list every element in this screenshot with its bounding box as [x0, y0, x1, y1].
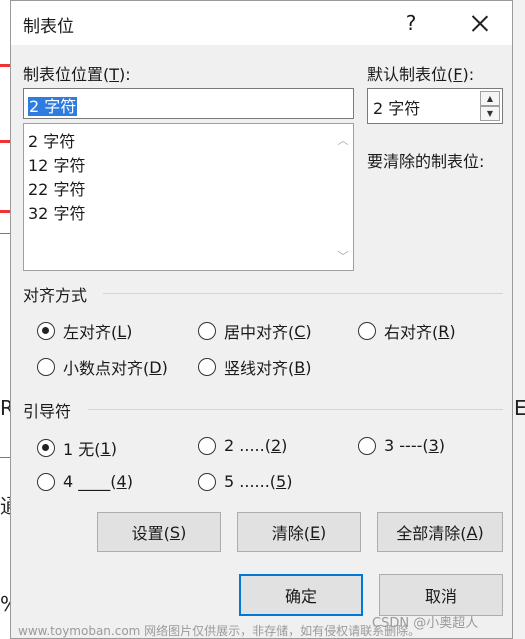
radio-icon: [37, 472, 55, 491]
bg-text: E: [514, 396, 525, 420]
default-tab-stepper[interactable]: 2 字符 ▲ ▼: [367, 88, 503, 124]
ok-button[interactable]: 确定: [239, 574, 363, 616]
leader-middle-dot-radio[interactable]: 5 ......(5): [198, 472, 292, 491]
tab-stop-position-label: 制表位位置(T):: [23, 65, 131, 84]
tab-stop-position-input[interactable]: 2 字符: [23, 88, 354, 119]
default-tab-label: 默认制表位(F):: [367, 65, 475, 84]
group-divider: [88, 409, 503, 410]
set-button[interactable]: 设置(S): [97, 512, 221, 552]
leader-none-radio[interactable]: 1 无(1): [37, 436, 117, 460]
spin-down-icon[interactable]: ▼: [480, 106, 500, 121]
watermark-author: CSDN @小奥超人: [372, 616, 479, 631]
align-decimal-radio[interactable]: 小数点对齐(D): [37, 355, 168, 379]
bg-divider: [0, 233, 10, 234]
scroll-down-icon[interactable]: ﹀: [337, 251, 349, 262]
bg-document-edge: [513, 0, 525, 639]
scroll-up-icon[interactable]: ︿: [337, 135, 349, 146]
leader-dots-radio[interactable]: 2 .....(2): [198, 436, 287, 455]
bg-red-mark: [0, 140, 10, 143]
list-item[interactable]: 2 字符: [28, 128, 75, 152]
radio-icon: [198, 436, 216, 455]
spin-up-icon[interactable]: ▲: [480, 91, 500, 106]
bg-divider: [0, 457, 10, 458]
radio-icon: [198, 322, 216, 340]
tab-stop-position-value: 2 字符: [28, 97, 78, 116]
title-bar: 制表位 ?: [11, 1, 512, 45]
tabs-to-clear-label: 要清除的制表位:: [367, 152, 485, 171]
tabs-dialog: 制表位 ? 制表位位置(T): 2 字符 2 字符 12 字符 22 字符 32…: [10, 0, 513, 639]
leader-underline-radio[interactable]: 4 ____(4): [37, 472, 133, 491]
help-button[interactable]: ?: [399, 9, 423, 37]
default-tab-value: 2 字符: [373, 99, 421, 118]
align-left-radio[interactable]: 左对齐(L): [37, 319, 132, 343]
radio-icon: [198, 358, 216, 376]
tab-stop-list[interactable]: 2 字符 12 字符 22 字符 32 字符 ︿ ﹀: [23, 123, 354, 271]
radio-icon: [198, 472, 216, 491]
list-item[interactable]: 22 字符: [28, 176, 85, 200]
bg-red-mark: [0, 210, 10, 213]
clear-button[interactable]: 清除(E): [237, 512, 361, 552]
cancel-button[interactable]: 取消: [379, 574, 503, 616]
radio-icon: [358, 322, 376, 340]
alignment-group-title: 对齐方式: [23, 286, 88, 305]
radio-icon: [37, 358, 55, 376]
align-right-radio[interactable]: 右对齐(R): [358, 319, 456, 343]
group-divider: [103, 293, 503, 294]
align-center-radio[interactable]: 居中对齐(C): [198, 319, 312, 343]
watermark-text: www.toymoban.com 网络图片仅供展示，非存储，如有侵权请联系删除。: [18, 624, 421, 638]
clear-all-button[interactable]: 全部清除(A): [377, 512, 503, 552]
leader-group-title: 引导符: [23, 402, 72, 421]
dialog-title: 制表位: [23, 17, 74, 37]
radio-icon: [358, 436, 376, 455]
list-item[interactable]: 12 字符: [28, 152, 85, 176]
leader-dash-radio[interactable]: 3 ----(3): [358, 436, 445, 455]
bg-red-mark: [0, 64, 10, 67]
align-bar-radio[interactable]: 竖线对齐(B): [198, 355, 311, 379]
radio-checked-icon: [37, 439, 55, 457]
radio-checked-icon: [37, 322, 55, 340]
close-button[interactable]: [463, 7, 497, 39]
list-item[interactable]: 32 字符: [28, 200, 85, 224]
